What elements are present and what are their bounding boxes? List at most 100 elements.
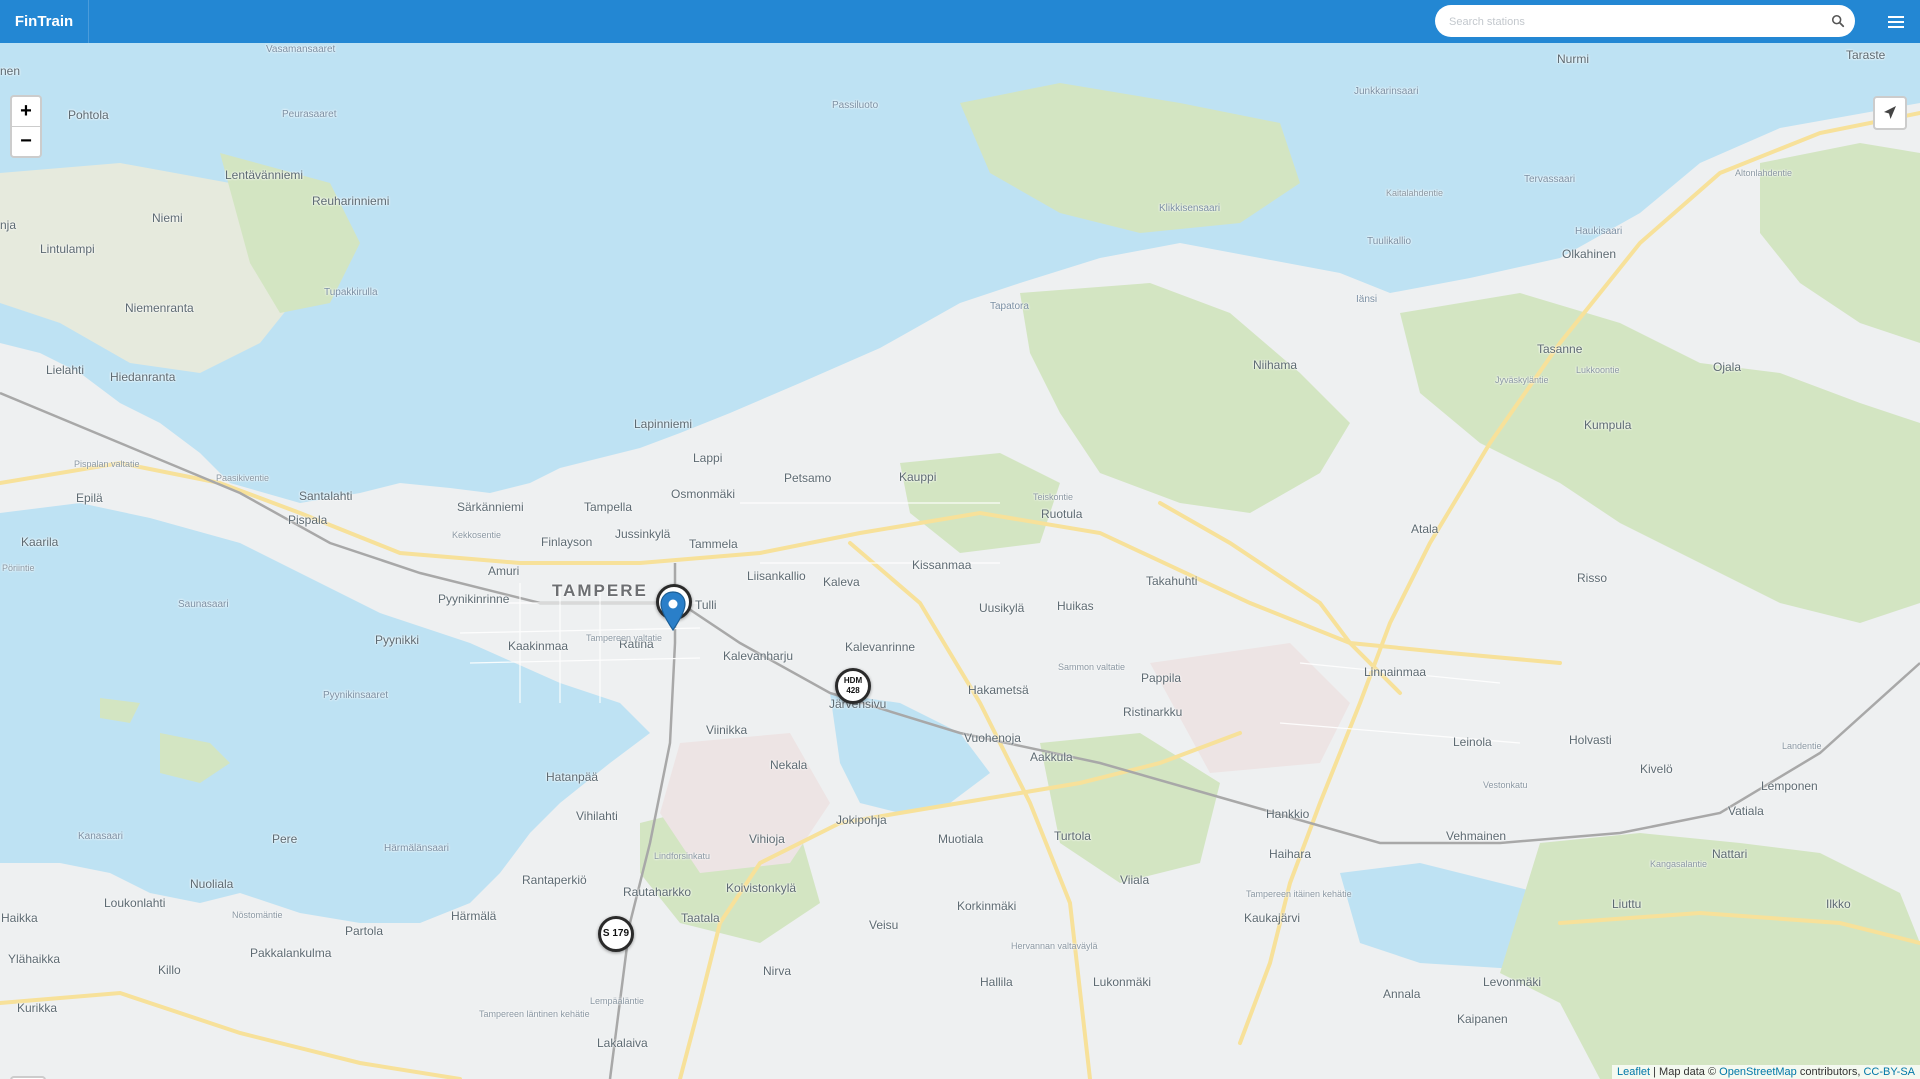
hamburger-menu-icon[interactable]: [1885, 11, 1907, 33]
place-label: Ruotula: [1041, 507, 1083, 521]
place-label: Pyynikki: [375, 633, 420, 647]
place-label: Passiluoto: [832, 100, 879, 111]
train-marker[interactable]: S 179: [598, 916, 634, 952]
place-label: Hallila: [980, 975, 1013, 989]
place-label: nja: [0, 218, 17, 232]
place-label: Takahuhti: [1146, 574, 1198, 588]
osm-link[interactable]: OpenStreetMap: [1719, 1066, 1797, 1078]
place-label: Nattari: [1712, 847, 1748, 861]
place-label: Jokipohja: [836, 813, 887, 827]
place-label: Tasanne: [1537, 342, 1583, 356]
place-label: Kalevanharju: [723, 649, 794, 663]
place-label: Härmälä: [451, 909, 497, 923]
place-label: Pyynikinsaaret: [323, 690, 389, 701]
place-label: Holvasti: [1569, 733, 1612, 747]
place-label: Lukonmäki: [1093, 975, 1152, 989]
zoom-control: + −: [10, 95, 42, 158]
place-label: Peurasaaret: [282, 109, 337, 120]
place-label: Lakalaiva: [597, 1036, 648, 1050]
place-label: Rautaharkko: [623, 885, 692, 899]
place-label: Lemponen: [1761, 779, 1818, 793]
place-label: Partola: [345, 924, 384, 938]
place-label: Tulli: [695, 598, 717, 612]
place-label: Leinola: [1453, 735, 1492, 749]
attribution-text: | Map data ©: [1650, 1066, 1720, 1078]
road-label: Kaitalahdentie: [1386, 188, 1444, 198]
place-label: Turtola: [1054, 829, 1091, 843]
place-label: Pappila: [1141, 671, 1182, 685]
place-label: Loukonlahti: [104, 896, 166, 910]
place-label: Klikkisensaari: [1159, 203, 1221, 214]
top-navbar: FinTrain: [0, 0, 1920, 43]
road-label: Kekkosentie: [452, 530, 502, 540]
place-label: Liuttu: [1612, 897, 1642, 911]
place-label: Pere: [272, 832, 298, 846]
locate-button[interactable]: [1873, 96, 1907, 130]
place-label: Epilä: [76, 491, 103, 505]
app-brand[interactable]: FinTrain: [0, 0, 89, 43]
place-label: Nekala: [770, 758, 808, 772]
road-label: Landentie: [1782, 741, 1822, 751]
train-number: 428: [846, 686, 860, 695]
place-label: Muotiala: [938, 832, 984, 846]
train-type: HDM: [843, 676, 863, 685]
license-link[interactable]: CC-BY-SA: [1863, 1066, 1915, 1078]
place-label: Vihioja: [749, 832, 785, 846]
place-label: Junkkarinsaari: [1354, 86, 1419, 97]
zoom-out-button[interactable]: −: [12, 126, 40, 156]
place-label: Kaipanen: [1457, 1012, 1508, 1026]
road-label: Jyväskyläntie: [1495, 375, 1549, 385]
place-label: Hakametsä: [968, 683, 1029, 697]
place-label: Pohtola: [68, 108, 109, 122]
place-label: Iänsi: [1356, 294, 1378, 305]
place-label: Nuoliala: [190, 877, 234, 891]
place-label: Vuohenoja: [964, 731, 1021, 745]
place-label: Vatiala: [1728, 804, 1764, 818]
search-box: [1435, 5, 1855, 39]
leaflet-link[interactable]: Leaflet: [1617, 1066, 1650, 1078]
place-label: Haikka: [1, 911, 38, 925]
search-input[interactable]: [1447, 5, 1821, 39]
place-label: Reuharinniemi: [312, 194, 390, 208]
road-label: Tampereen itäinen kehätie: [1246, 889, 1352, 899]
road-label: Tampereen valtatie: [586, 633, 663, 643]
place-label: Amuri: [488, 564, 520, 578]
place-label: Veisu: [869, 918, 899, 932]
place-label: Pakkalankulma: [250, 946, 332, 960]
place-label: Kivelö: [1640, 762, 1673, 776]
place-label: Tampella: [584, 500, 633, 514]
place-label: Olkahinen: [1562, 247, 1617, 261]
map-pin-icon[interactable]: [660, 591, 686, 631]
place-label: Kalevanrinne: [845, 640, 916, 654]
zoom-in-button[interactable]: +: [12, 97, 40, 126]
map-canvas[interactable]: Nurmi Taraste Junkkarinsaari Passiluoto Vasa…: [0, 43, 1920, 1079]
map-attribution: Leaflet | Map data © OpenStreetMap contr…: [1612, 1065, 1920, 1079]
road-label: Vestonkatu: [1483, 780, 1528, 790]
place-label: Santalahti: [299, 489, 353, 503]
place-label: Lielahti: [46, 363, 85, 377]
place-label: Saunasaari: [178, 599, 229, 610]
place-label: Ylähaikka: [8, 952, 61, 966]
place-label: Lentävänniemi: [225, 168, 304, 182]
place-label: Härmälänsaari: [384, 843, 450, 854]
place-label: Tuulikallio: [1367, 236, 1412, 247]
road-label: Lukkoontie: [1576, 365, 1620, 375]
place-label: Haukisaari: [1575, 226, 1623, 237]
place-label: Petsamo: [784, 471, 832, 485]
place-label: Niemi: [152, 211, 183, 225]
place-label: Ilkko: [1826, 897, 1851, 911]
place-label: Lintulampi: [40, 242, 95, 256]
road-label: Nöstomäntie: [232, 910, 283, 920]
place-label: Kaukajärvi: [1244, 911, 1301, 925]
place-label: Aakkula: [1030, 750, 1073, 764]
road-label: Tampereen läntinen kehätie: [479, 1009, 590, 1019]
road-label: Paasikiventie: [216, 473, 270, 483]
train-marker[interactable]: HDM 428: [835, 668, 871, 704]
place-label: Viiala: [1120, 873, 1150, 887]
place-label: Niemenranta: [125, 301, 194, 315]
place-label: Koivistonkylä: [726, 881, 797, 895]
place-label: nen: [0, 64, 21, 78]
search-icon[interactable]: [1831, 14, 1845, 28]
place-label: Annala: [1383, 987, 1421, 1001]
place-label: Kissanmaa: [912, 558, 972, 572]
